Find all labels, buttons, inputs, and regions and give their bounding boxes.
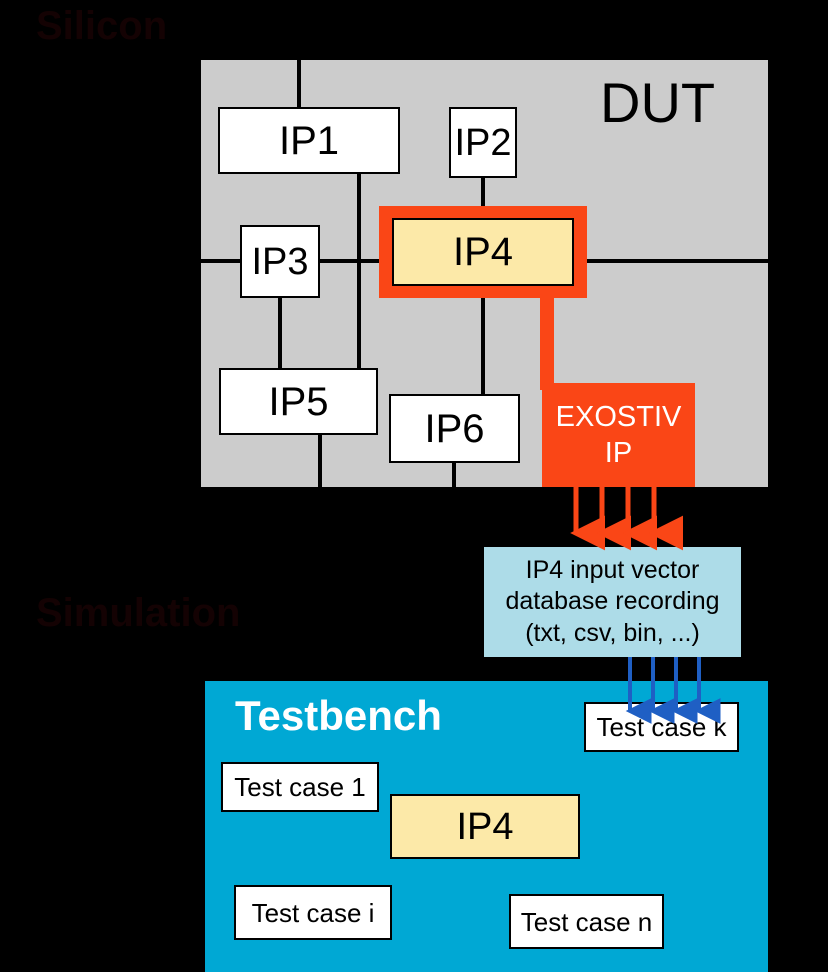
ip-block-label: IP6 [424,406,485,451]
ip-block-label: IP4 [452,230,514,274]
ip-block-ip6[interactable]: IP6 [389,394,520,463]
ip-block-label: IP4 [456,805,514,848]
dut-title: DUT [600,71,716,134]
ip-block-label: IP1 [278,118,340,163]
test-case-n-block[interactable]: Test case n [509,894,664,949]
test-case-k-block[interactable]: Test case k [584,702,739,752]
wire-ip1-top [297,60,301,108]
database-line-3: (txt, csv, bin, ...) [525,618,700,647]
wire-ip1-to-ip5 [357,173,361,372]
simulation-section-caption: Simulation [36,591,241,635]
database-recording-box[interactable]: IP4 input vector database recording (txt… [484,547,741,657]
wire-ip3-to-ip5 [278,296,282,370]
ip-block-ip3[interactable]: IP3 [240,225,320,298]
ip-block-ip2[interactable]: IP2 [449,107,517,178]
testbench-ip4-block[interactable]: IP4 [390,794,580,859]
test-case-label: Test case n [520,906,653,937]
ip-block-ip5[interactable]: IP5 [219,368,378,435]
test-case-1-block[interactable]: Test case 1 [221,762,379,812]
test-case-label: Test case i [251,897,375,928]
test-case-label: Test case 1 [234,772,366,802]
wire-ip4-to-ip6 [481,284,485,396]
wire-ip4-right [585,259,768,263]
ip-block-ip4[interactable]: IP4 [392,218,574,286]
wire-ip3-left [201,259,242,263]
ip-block-ip1[interactable]: IP1 [218,107,400,174]
ip-block-label: IP2 [454,121,512,164]
silicon-section-caption: Silicon [36,4,168,48]
wire-ip4-to-exostiv [540,290,554,390]
wire-ip5-bottom [318,433,322,560]
recording-arrows [570,487,684,551]
database-line-2: database recording [505,587,720,616]
ip-block-label: IP5 [268,379,329,424]
ip-block-label: IP3 [251,240,309,283]
exostiv-label-line2: IP [604,437,633,469]
test-case-label: Test case k [596,712,727,742]
exostiv-label-line1: EXOSTIV [555,400,682,433]
test-case-i-block[interactable]: Test case i [234,885,392,940]
wire-ip6-bottom [452,461,456,487]
database-line-1: IP4 input vector [525,556,700,585]
exostiv-ip-block[interactable]: EXOSTIV IP [542,383,695,487]
diagram-canvas: Silicon Simulation DUT IP1 IP2 IP3 IP5 I… [0,0,828,972]
testbench-title: Testbench [235,692,442,739]
